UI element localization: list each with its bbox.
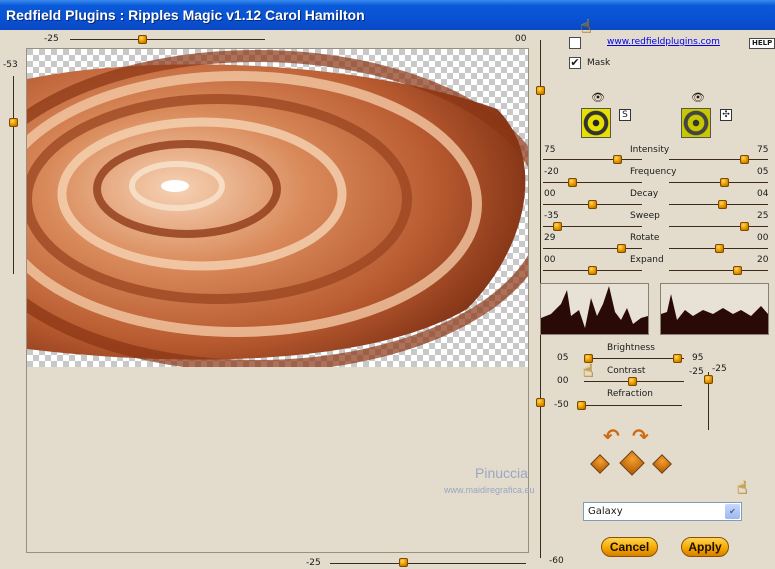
sweep-right-knob[interactable] [740,222,749,231]
waveform-left[interactable] [540,283,649,335]
pointer-hand-icon-contrast: ☝ [582,360,593,381]
expand-left-value: 00 [544,255,556,265]
mask-label: Mask [587,58,611,68]
left-slider-value: -53 [3,60,18,70]
decay-right-knob[interactable] [718,200,727,209]
refraction-track[interactable] [580,405,682,406]
swatch-left[interactable] [581,108,611,138]
sweep-left-knob[interactable] [553,222,562,231]
right-vertical-slider-value: -60 [549,556,564,566]
pointer-hand-icon: ☝ [580,16,591,37]
intensity-right-track[interactable] [669,159,768,160]
right-vertical-slider-knob-top[interactable] [536,86,545,95]
contrast-left-value: 00 [557,376,569,386]
waveform-right[interactable] [660,283,769,335]
brightness-right-knob[interactable] [673,354,682,363]
preset-dropdown[interactable]: Galaxy ✔ [583,502,742,521]
random-small-left-icon[interactable] [590,454,610,474]
frequency-label: Frequency [630,167,677,177]
expand-label: Expand [630,255,664,265]
top-slider-knob[interactable] [138,35,147,44]
help-button[interactable]: HELP [749,38,775,49]
chevron-down-icon[interactable]: ✔ [725,504,740,519]
contrast-label: Contrast [607,366,646,376]
vertical-right-value: -25 [712,364,727,374]
top-slider-left-value: -25 [44,34,59,44]
intensity-label: Intensity [630,145,670,155]
bottom-slider-track[interactable] [330,563,526,564]
contrast-knob[interactable] [628,377,637,386]
intensity-right-value: 75 [757,145,769,155]
rotate-right-value: 00 [757,233,769,243]
expand-right-track[interactable] [669,270,768,271]
cancel-button[interactable]: Cancel [601,537,658,557]
ripple-preview-image [27,49,528,367]
sweep-right-value: 25 [757,211,769,221]
frequency-left-track[interactable] [543,182,642,183]
expand-right-knob[interactable] [733,266,742,275]
expand-right-value: 20 [757,255,769,265]
decay-right-value: 04 [757,189,769,199]
frequency-right-value: 05 [757,167,769,177]
swatch-right[interactable] [681,108,711,138]
refraction-label: Refraction [607,389,653,399]
waveform-left-graph [541,286,648,334]
contrast-right-value: -25 [689,367,704,377]
bottom-slider-knob[interactable] [399,558,408,567]
rotate-left-value: 29 [544,233,556,243]
swatch-right-button[interactable]: ✣ [720,109,732,121]
rotate-left-knob[interactable] [617,244,626,253]
brightness-right-value: 95 [692,353,704,363]
frequency-right-knob[interactable] [720,178,729,187]
window-title: Redfield Plugins : Ripples Magic v1.12 C… [0,0,775,30]
brightness-label: Brightness [607,343,655,353]
top-slider-right-value: 00 [515,34,527,44]
refraction-left-value: -50 [554,400,569,410]
top-slider-track[interactable] [70,39,265,40]
frequency-left-value: -20 [544,167,559,177]
intensity-left-value: 75 [544,145,556,155]
intensity-left-knob[interactable] [613,155,622,164]
decay-left-knob[interactable] [588,200,597,209]
website-link[interactable]: www.redfieldplugins.com [607,37,720,47]
mask-checkbox[interactable]: ✔ [569,57,581,69]
top-checkbox[interactable] [569,37,581,49]
swatch-left-button[interactable]: S [619,109,631,121]
intensity-left-track[interactable] [543,159,642,160]
expand-left-knob[interactable] [588,266,597,275]
right-vertical-slider-knob-bottom[interactable] [536,398,545,407]
rotate-label: Rotate [630,233,660,243]
eye-icon-left[interactable]: 👁 [591,91,605,104]
intensity-right-knob[interactable] [740,155,749,164]
left-slider-track[interactable] [13,76,14,274]
left-slider-knob[interactable] [9,118,18,127]
undo-arrow-icon[interactable]: ↶ [603,424,620,448]
waveform-right-graph [661,294,768,334]
random-small-right-icon[interactable] [652,454,672,474]
preset-selected-value: Galaxy [588,506,623,517]
sweep-right-track[interactable] [669,226,768,227]
sweep-label: Sweep [630,211,660,221]
rotate-right-knob[interactable] [715,244,724,253]
pointer-hand-icon-dropdown: ☝ [736,477,747,498]
redo-arrow-icon[interactable]: ↷ [632,424,649,448]
decay-label: Decay [630,189,659,199]
preview-panel [26,48,529,553]
apply-button[interactable]: Apply [681,537,729,557]
brightness-track[interactable] [584,358,684,359]
frequency-right-track[interactable] [669,182,768,183]
eye-icon-right[interactable]: 👁 [691,91,705,104]
random-main-icon[interactable] [619,450,645,476]
ripples-magic-dialog: Redfield Plugins : Ripples Magic v1.12 C… [0,0,775,569]
bottom-slider-value: -25 [306,558,321,568]
refraction-knob[interactable] [577,401,586,410]
watermark-name: Pinuccia [475,465,528,481]
rotate-left-track[interactable] [543,248,642,249]
frequency-left-knob[interactable] [568,178,577,187]
brightness-left-value: 05 [557,353,569,363]
vertical-right-knob[interactable] [704,375,713,384]
sweep-left-value: -35 [544,211,559,221]
watermark-url: www.maidiregrafica.eu [444,485,535,495]
decay-left-value: 00 [544,189,556,199]
